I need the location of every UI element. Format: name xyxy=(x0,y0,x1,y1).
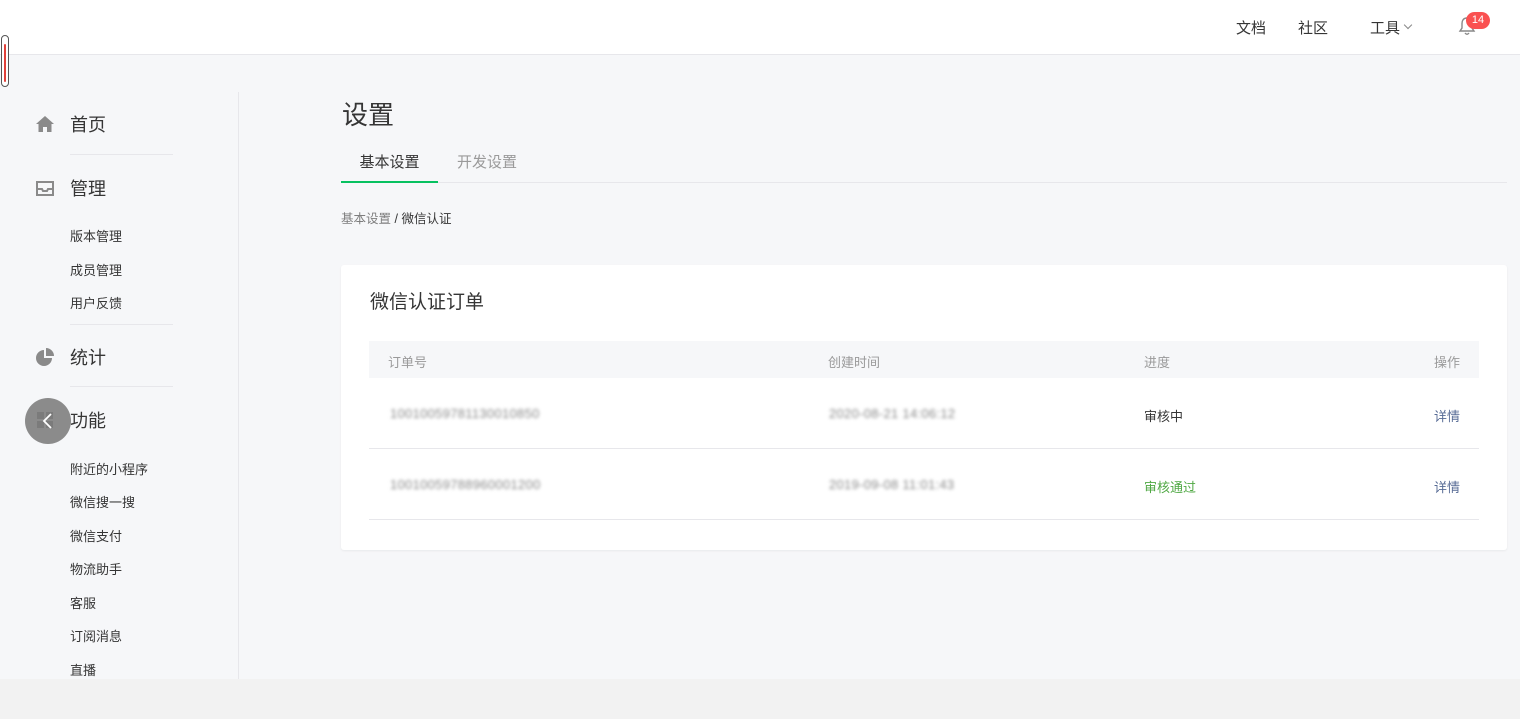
sidebar-item-search[interactable]: 微信搜一搜 xyxy=(70,492,135,511)
sidebar: 首页 管理 版本管理 成员管理 用户反馈 统计 功能 附近的小程序 微信搜一搜 … xyxy=(0,92,239,680)
column-action: 操作 xyxy=(1433,355,1460,370)
sidebar-item-label: 首页 xyxy=(70,115,106,135)
settings-tabs: 基本设置 开发设置 xyxy=(341,146,1507,183)
table-row: 10010059788960001200 2019-09-08 11:01:43… xyxy=(369,449,1479,520)
order-number: 10010059788960001200 xyxy=(390,477,541,492)
pie-chart-icon xyxy=(36,348,54,366)
breadcrumb: 基本设置 / 微信认证 xyxy=(341,208,451,227)
sidebar-item-subscribe[interactable]: 订阅消息 xyxy=(70,626,122,645)
sidebar-item-manage[interactable]: 管理 xyxy=(35,176,106,200)
nav-tools-dropdown[interactable]: 工具 xyxy=(1370,0,1413,55)
details-link[interactable]: 详情 xyxy=(1434,406,1460,425)
nav-docs[interactable]: 文档 xyxy=(1236,0,1266,55)
sidebar-item-label: 管理 xyxy=(70,179,106,199)
page-footer xyxy=(0,679,1520,719)
sidebar-item-nearby[interactable]: 附近的小程序 xyxy=(70,459,148,478)
details-link[interactable]: 详情 xyxy=(1434,477,1460,496)
divider xyxy=(70,154,173,155)
notification-badge: 14 xyxy=(1466,12,1490,29)
nav-tools-label[interactable]: 工具 xyxy=(1370,17,1400,38)
order-number: 10010059781130010850 xyxy=(390,406,540,421)
sidebar-item-stats[interactable]: 统计 xyxy=(35,345,106,369)
breadcrumb-current: 微信认证 xyxy=(401,212,452,226)
top-header: 文档 社区 工具 14 xyxy=(0,0,1520,55)
tab-basic-settings[interactable]: 基本设置 xyxy=(341,146,438,183)
column-created-time: 创建时间 xyxy=(828,355,881,370)
sidebar-item-pay[interactable]: 微信支付 xyxy=(70,526,122,545)
nav-community[interactable]: 社区 xyxy=(1298,0,1328,55)
sidebar-item-feedback[interactable]: 用户反馈 xyxy=(70,293,122,312)
nav-docs-label[interactable]: 文档 xyxy=(1236,17,1266,38)
breadcrumb-parent[interactable]: 基本设置 xyxy=(341,212,391,226)
collapse-sidebar-button[interactable] xyxy=(25,398,71,444)
column-order-no: 订单号 xyxy=(388,355,428,370)
sidebar-item-logistics[interactable]: 物流助手 xyxy=(70,559,122,578)
card-title: 微信认证订单 xyxy=(370,292,485,313)
status-text: 审核中 xyxy=(1144,409,1184,424)
sidebar-item-version[interactable]: 版本管理 xyxy=(70,226,122,245)
divider xyxy=(70,324,173,325)
chevron-down-icon xyxy=(1403,20,1413,29)
created-time: 2020-08-21 14:06:12 xyxy=(829,406,956,421)
status-text: 审核通过 xyxy=(1144,480,1197,495)
sidebar-item-label: 功能 xyxy=(70,411,106,431)
divider xyxy=(70,386,173,387)
page-title: 设置 xyxy=(342,100,395,130)
sidebar-item-label: 统计 xyxy=(70,348,106,368)
sidebar-item-live[interactable]: 直播 xyxy=(70,660,96,679)
sidebar-item-home[interactable]: 首页 xyxy=(35,112,106,136)
nav-community-label[interactable]: 社区 xyxy=(1298,17,1328,38)
tab-dev-settings[interactable]: 开发设置 xyxy=(447,146,527,183)
table-row: 10010059781130010850 2020-08-21 14:06:12… xyxy=(369,378,1479,449)
table-header: 订单号 创建时间 进度 操作 xyxy=(369,341,1479,378)
inbox-icon xyxy=(36,181,54,196)
breadcrumb-separator: / xyxy=(391,212,402,226)
sidebar-item-members[interactable]: 成员管理 xyxy=(70,260,122,279)
scrollbar-thumb[interactable] xyxy=(1,35,9,87)
home-icon xyxy=(36,116,54,132)
wechat-verify-orders-card: 微信认证订单 订单号 创建时间 进度 操作 100100597811300108… xyxy=(341,265,1507,550)
sidebar-item-service[interactable]: 客服 xyxy=(70,593,96,612)
column-progress: 进度 xyxy=(1144,355,1171,370)
chevron-left-icon xyxy=(42,413,52,429)
created-time: 2019-09-08 11:01:43 xyxy=(829,477,955,492)
